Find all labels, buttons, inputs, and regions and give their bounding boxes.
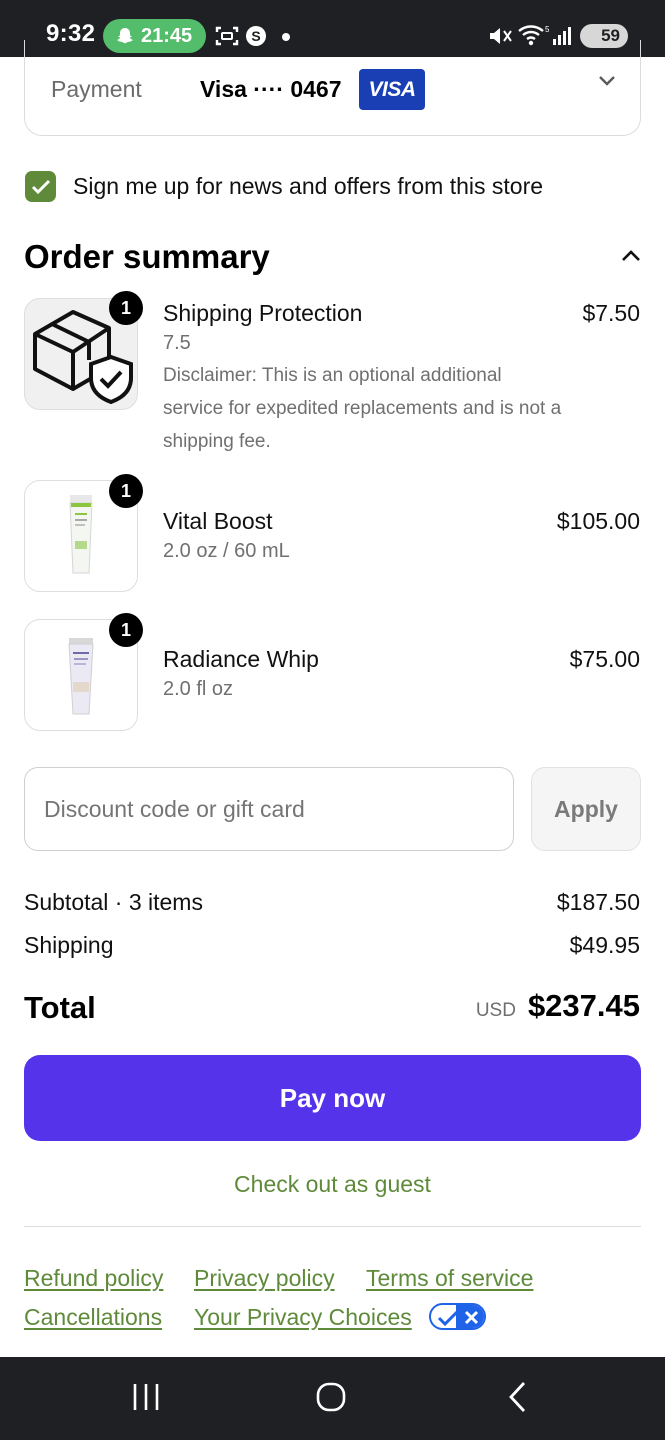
back-icon[interactable]	[504, 1379, 532, 1415]
shipping-value: $49.95	[569, 932, 640, 958]
privacy-choices-icon[interactable]	[429, 1303, 486, 1330]
item-price: $105.00	[556, 508, 640, 534]
item-price: $7.50	[582, 300, 640, 326]
quantity-value: 1	[120, 297, 131, 318]
checkmark-icon	[31, 179, 50, 194]
total-amount: $237.45	[527, 988, 640, 1023]
refund-policy-link[interactable]: Refund policy	[24, 1265, 163, 1292]
recent-apps-icon[interactable]	[130, 1379, 162, 1415]
pay-now-label: Pay now	[279, 1082, 386, 1113]
order-summary-heading: Order summary	[24, 238, 270, 275]
subtotal-label: Subtotal · 3 items	[24, 889, 203, 915]
privacy-policy-link[interactable]: Privacy policy	[194, 1265, 335, 1292]
chevron-up-icon[interactable]	[620, 248, 642, 264]
total-amount-group: USD $237.45	[476, 988, 640, 1024]
checkout-as-guest-link[interactable]: Check out as guest	[0, 1171, 665, 1198]
visa-brand-text: VISA	[368, 77, 416, 101]
privacy-choices-link[interactable]: Your Privacy Choices	[194, 1304, 412, 1331]
cancellations-link[interactable]: Cancellations	[24, 1304, 162, 1331]
apply-discount-button[interactable]: Apply	[531, 767, 641, 851]
android-nav-bar	[0, 1357, 665, 1440]
item-name: Shipping Protection	[163, 300, 363, 326]
discount-code-input[interactable]: Discount code or gift card	[24, 767, 514, 851]
discount-placeholder: Discount code or gift card	[44, 795, 305, 822]
item-variant: 2.0 fl oz	[163, 678, 234, 700]
divider	[24, 1226, 641, 1227]
item-name: Radiance Whip	[163, 646, 319, 672]
payment-card-number: Visa ···· 0467	[200, 76, 342, 102]
apply-label: Apply	[554, 795, 618, 822]
newsletter-label: Sign me up for news and offers from this…	[73, 173, 544, 199]
item-description: Disclaimer: This is an optional addition…	[163, 365, 562, 452]
newsletter-checkbox[interactable]	[25, 171, 56, 202]
total-currency: USD	[475, 1000, 516, 1021]
item-price: $75.00	[569, 646, 640, 672]
quantity-badge: 1	[109, 291, 143, 325]
shipping-label: Shipping	[24, 932, 114, 958]
subtotal-value: $187.50	[556, 889, 640, 915]
item-variant: 7.5	[163, 332, 191, 354]
payment-method-card[interactable]: Payment Visa ···· 0467 VISA	[24, 40, 641, 136]
home-icon[interactable]	[313, 1379, 349, 1415]
item-variant: 2.0 oz / 60 mL	[163, 540, 290, 562]
quantity-value: 1	[120, 480, 131, 501]
payment-label: Payment	[51, 76, 142, 102]
total-label: Total	[24, 990, 96, 1025]
item-name: Vital Boost	[163, 508, 273, 534]
visa-logo: VISA	[359, 69, 425, 110]
svg-text:5: 5	[545, 25, 549, 34]
chevron-down-icon[interactable]	[597, 74, 617, 88]
check-x-icon	[437, 1310, 479, 1327]
pay-now-button[interactable]: Pay now	[24, 1055, 641, 1141]
quantity-badge: 1	[109, 613, 143, 647]
terms-of-service-link[interactable]: Terms of service	[366, 1265, 533, 1292]
quantity-badge: 1	[109, 474, 143, 508]
quantity-value: 1	[120, 619, 131, 640]
newsletter-opt-in[interactable]: Sign me up for news and offers from this…	[25, 171, 543, 202]
